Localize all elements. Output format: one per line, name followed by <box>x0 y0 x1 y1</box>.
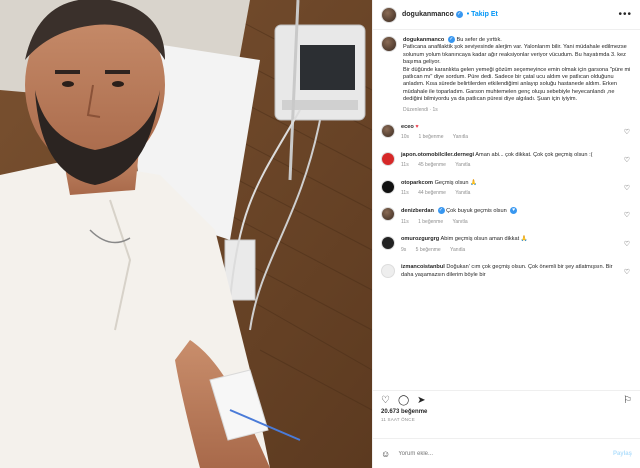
comment-likes[interactable]: 44 beğenme <box>418 190 446 196</box>
comment-input[interactable] <box>398 450 613 457</box>
comment-time: 11s <box>401 218 409 225</box>
comments-scroll-area[interactable]: dogukanmanco ✓ Bu sefer de yırttık. Patl… <box>373 30 640 388</box>
comment-time: 11s <box>401 162 409 169</box>
comment-time: 11s <box>401 190 409 197</box>
blue-heart-icon: ♥ <box>510 207 518 215</box>
author-username[interactable]: dogukanmanco <box>402 11 454 18</box>
comment-username[interactable]: japon.otomobilciler.dernegi <box>401 152 474 158</box>
comment-item: otoparkcom Geçmiş olsun 🙏 11s 44 beğenme… <box>381 179 632 198</box>
heart-icon[interactable]: ♡ <box>624 185 630 192</box>
verified-badge-icon: ✓ <box>437 207 445 215</box>
comment-item: omurozgurgrg Abim geçmiş olsun aman dikk… <box>381 236 632 254</box>
post-date: 11 SAAT ÖNCE <box>381 417 415 422</box>
post-side-panel: dogukanmanco ✓ • Takip Et ••• dogukanman… <box>372 0 640 468</box>
comment-text: Geçmiş olsun 🙏 <box>434 179 477 186</box>
comment-username[interactable]: otoparkcom <box>401 180 433 186</box>
scroll-fade <box>373 374 640 388</box>
avatar[interactable] <box>381 6 397 23</box>
comment-time: 9s <box>401 246 407 253</box>
comment-item: eceo ♥ 10s 1 beğenme Yanıtla ♡ <box>381 124 632 142</box>
post-actions: ♡ ◯ ➤ ⚐ 20.673 beğenme 11 SAAT ÖNCE <box>373 390 640 422</box>
reply-button[interactable]: Yanıtla <box>455 190 470 196</box>
comment-username[interactable]: eceo <box>401 124 414 130</box>
comment-likes[interactable]: 45 beğenme <box>418 162 446 168</box>
avatar[interactable] <box>381 151 395 166</box>
add-comment-bar: ☺ Paylaş <box>373 438 640 468</box>
caption-line: Bu sefer de yırttık. <box>456 36 502 43</box>
post-header: dogukanmanco ✓ • Takip Et ••• <box>373 0 640 30</box>
comment-likes[interactable]: 1 beğenme <box>418 219 443 225</box>
comment-item: japon.otomobilciler.dernegi Aman abi... … <box>381 151 632 170</box>
reply-button[interactable]: Yanıtla <box>450 247 465 253</box>
avatar[interactable] <box>381 236 395 251</box>
avatar[interactable] <box>381 124 395 139</box>
hospital-selfie-image <box>0 0 372 468</box>
heart-icon[interactable]: ♡ <box>624 269 630 276</box>
heart-icon[interactable]: ♡ <box>624 129 630 136</box>
avatar[interactable] <box>381 207 395 222</box>
post-caption: dogukanmanco ✓ Bu sefer de yırttık. Patl… <box>381 36 632 114</box>
comment-text: Aman abi... çok dikkat. Çok çok geçmiş o… <box>475 151 593 158</box>
comment-text: Çok buyuk geçmis olsun <box>446 208 507 215</box>
comment-text: ♥ <box>415 124 419 131</box>
heart-icon[interactable]: ♡ <box>624 157 630 164</box>
avatar[interactable] <box>381 179 395 194</box>
caption-line: Patlıcana anafilaktik şok seviyesinde al… <box>403 44 627 66</box>
verified-badge-icon: ✓ <box>455 11 463 18</box>
caption-meta: Düzenlendi · 1s <box>403 106 438 113</box>
heart-icon[interactable]: ♡ <box>624 212 630 219</box>
heart-icon[interactable]: ♡ <box>624 241 630 248</box>
comment-icon[interactable]: ◯ <box>398 395 409 406</box>
share-comment-button[interactable]: Paylaş <box>613 451 632 457</box>
avatar[interactable] <box>381 264 395 279</box>
caption-username[interactable]: dogukanmanco <box>403 37 444 43</box>
smiley-icon[interactable]: ☺ <box>381 449 390 459</box>
avatar[interactable] <box>381 36 397 52</box>
comment-item: izmancoistanbul Doğukan' cım çok geçmiş … <box>381 264 632 279</box>
reply-button[interactable]: Yanıtla <box>453 134 468 140</box>
heart-icon[interactable]: ♡ <box>381 395 390 406</box>
verified-badge-icon: ✓ <box>447 36 455 43</box>
bookmark-icon[interactable]: ⚐ <box>623 395 632 406</box>
likes-count[interactable]: 20.673 beğenme <box>381 409 632 415</box>
comment-time: 10s <box>401 134 410 141</box>
reply-button[interactable]: Yanıtla <box>452 219 467 225</box>
send-icon[interactable]: ➤ <box>417 395 425 406</box>
comment-username[interactable]: omurozgurgrg <box>401 236 439 242</box>
more-options-icon[interactable]: ••• <box>618 9 632 20</box>
reply-button[interactable]: Yanıtla <box>455 162 470 168</box>
post-photo[interactable] <box>0 0 372 468</box>
comment-item: denizberdan ✓ Çok buyuk geçmis olsun ♥ 1… <box>381 207 632 226</box>
comment-likes[interactable]: 5 beğenme <box>416 247 441 253</box>
follow-button[interactable]: • Takip Et <box>467 11 498 18</box>
comment-username[interactable]: izmancoistanbul <box>401 264 445 270</box>
comment-username[interactable]: denizberdan <box>401 208 434 214</box>
caption-line: Bir düğünde karanlıkta gelen yemeği gözü… <box>403 66 631 103</box>
comment-text: Abim geçmiş olsun aman dikkat 🙏 <box>440 236 528 243</box>
comment-likes[interactable]: 1 beğenme <box>418 134 443 140</box>
